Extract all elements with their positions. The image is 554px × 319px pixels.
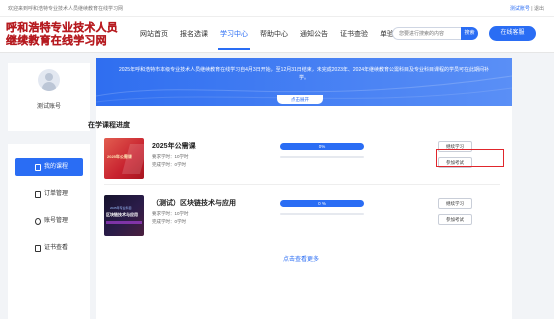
top-strip: 欢迎来到呼和浩特专业技术人员继续教育在线学习网 测试账号 | 退出 (0, 0, 554, 17)
required-hours: 要求学时：10学时 (152, 211, 189, 216)
logo-line-2: 继续教育在线学习网 (6, 34, 107, 47)
book-icon (35, 163, 41, 171)
menu-label: 账号管理 (44, 218, 69, 224)
avatar-head-shape (45, 73, 53, 81)
take-exam-button[interactable]: 参加考试 (438, 214, 472, 225)
side-menu: 我的课程 订单管理 账号管理 证书查看 (8, 144, 90, 319)
online-service-button[interactable]: 在线客服 (489, 26, 536, 41)
section-title: 在学课程进度 (88, 122, 130, 129)
nav-home[interactable]: 网站首页 (134, 17, 174, 53)
course-name: （测试）区块链技术与应用 (152, 200, 236, 207)
user-name-link[interactable]: 测试账号 (510, 6, 530, 12)
progress-label: 0% (318, 144, 326, 149)
menu-my-courses[interactable]: 我的课程 (15, 158, 83, 176)
thumbnail-subtitle: 2025年专业科目 (110, 206, 132, 210)
profile-card: 测试账号 (8, 63, 90, 131)
profile-name: 测试账号 (36, 104, 61, 110)
completed-hours: 完成学时：0学时 (152, 162, 187, 167)
menu-label: 我的课程 (44, 164, 69, 170)
thumbnail-title: 2025年公需课 (107, 154, 132, 159)
view-more-link[interactable]: 点击查看更多 (283, 254, 319, 263)
nav-enroll[interactable]: 报名选课 (174, 17, 214, 53)
nav-notices[interactable]: 通知公告 (294, 17, 334, 53)
completed-hours: 完成学时：0学时 (152, 219, 187, 224)
annotation-highlight-box (436, 149, 504, 167)
certificate-icon (35, 244, 41, 252)
avatar-body-shape (42, 82, 56, 91)
nav-certificate-verify[interactable]: 证书查验 (334, 17, 374, 53)
menu-certificates[interactable]: 证书查看 (15, 239, 83, 257)
expand-notice-button[interactable]: 点击展开 (277, 95, 323, 104)
site-header: 呼和浩特专业技术人员 继续教育在线学习网 网站首页 报名选课 学习中心 帮助中心… (0, 17, 554, 53)
divider (104, 184, 500, 185)
thumbnail-decoration (106, 221, 142, 224)
avatar (38, 69, 60, 91)
main-nav: 网站首页 报名选课 学习中心 帮助中心 通知公告 证书查验 单验卡 (134, 17, 407, 53)
course-thumbnail[interactable]: 2025年公需课 (104, 138, 144, 179)
site-logo[interactable]: 呼和浩特专业技术人员 继续教育在线学习网 (6, 21, 130, 49)
menu-account[interactable]: 账号管理 (15, 212, 83, 230)
menu-label: 订单管理 (44, 191, 69, 197)
course-name: 2025年公需课 (152, 143, 196, 150)
progress-bar: 0% (280, 143, 364, 150)
user-icon (35, 217, 41, 225)
welcome-text: 欢迎来到呼和浩特专业技术人员继续教育在线学习网 (8, 6, 124, 12)
logo-line-1: 呼和浩特专业技术人员 (6, 21, 118, 34)
logout-link[interactable]: 退出 (534, 6, 544, 12)
search-input[interactable] (392, 27, 462, 40)
course-thumbnail[interactable]: 2025年专业科目 区块链技术与应用 (104, 195, 144, 236)
progress-track (280, 213, 364, 215)
required-hours: 要求学时：10学时 (152, 154, 189, 159)
menu-orders[interactable]: 订单管理 (15, 185, 83, 203)
list-icon (35, 190, 41, 198)
menu-label: 证书查看 (44, 245, 69, 251)
nav-learning-center[interactable]: 学习中心 (214, 17, 254, 53)
user-links: 测试账号 | 退出 (510, 5, 544, 12)
banner-notice-text: 2025年呼和浩特市本级专业技术人员继续教育在线学习自4月3日开始，至12月31… (118, 67, 490, 81)
continue-study-button[interactable]: 继续学习 (438, 198, 472, 209)
course-card: 2025年专业科目 区块链技术与应用 （测试）区块链技术与应用 要求学时：10学… (104, 195, 509, 246)
progress-bar: 0 % (280, 200, 364, 207)
progress-track (280, 156, 364, 158)
nav-help[interactable]: 帮助中心 (254, 17, 294, 53)
thumbnail-title: 区块链技术与应用 (106, 212, 138, 217)
search-button[interactable]: 搜索 (461, 27, 478, 40)
progress-label: 0 % (318, 201, 326, 206)
